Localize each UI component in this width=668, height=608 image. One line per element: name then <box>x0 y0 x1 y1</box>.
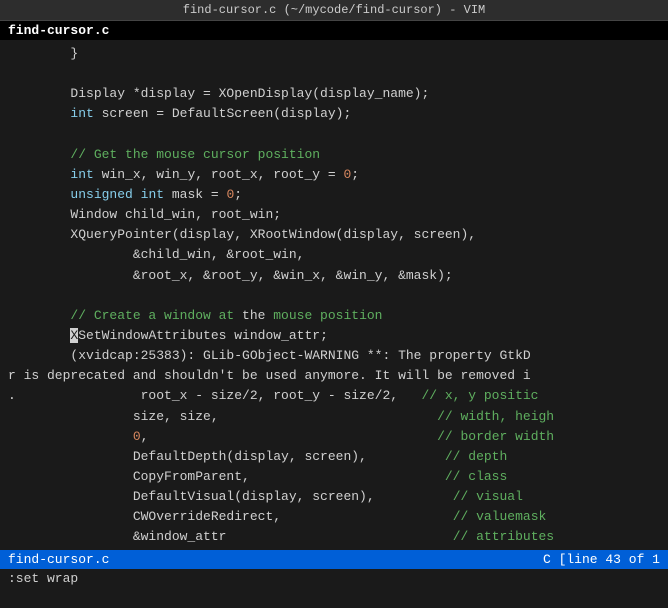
title-text: find-cursor.c (~/mycode/find-cursor) - V… <box>183 3 485 17</box>
code-line: r is deprecated and shouldn't be used an… <box>0 366 668 386</box>
code-line <box>0 125 668 145</box>
code-line: int win_x, win_y, root_x, root_y = 0; <box>0 165 668 185</box>
code-line: &window_attr // attributes <box>0 527 668 547</box>
code-line: (xvidcap:25383): GLib-GObject-WARNING **… <box>0 346 668 366</box>
code-line: size, size, // width, heigh <box>0 407 668 427</box>
code-line: Window child_win, root_win; <box>0 205 668 225</box>
code-line: DefaultVisual(display, screen), // visua… <box>0 487 668 507</box>
filename-bar: find-cursor.c <box>0 21 668 40</box>
code-line: Display *display = XOpenDisplay(display_… <box>0 84 668 104</box>
code-line: &root_x, &root_y, &win_x, &win_y, &mask)… <box>0 266 668 286</box>
code-line: XQueryPointer(display, XRootWindow(displ… <box>0 225 668 245</box>
code-line: &child_win, &root_win, <box>0 245 668 265</box>
code-line: unsigned int mask = 0; <box>0 185 668 205</box>
code-line: CWOverrideRedirect, // valuemask <box>0 507 668 527</box>
code-line: int screen = DefaultScreen(display); <box>0 104 668 124</box>
cmd-bar[interactable]: :set wrap <box>0 569 668 588</box>
code-line: DefaultDepth(display, screen), // depth <box>0 447 668 467</box>
code-line: } <box>0 44 668 64</box>
title-bar: find-cursor.c (~/mycode/find-cursor) - V… <box>0 0 668 21</box>
code-line <box>0 286 668 306</box>
code-line: // Get the mouse cursor position <box>0 145 668 165</box>
code-line: // Create a window at the mouse position <box>0 306 668 326</box>
filename-label: find-cursor.c <box>8 23 109 38</box>
cmd-text: :set wrap <box>8 571 78 586</box>
status-bar: find-cursor.c C [line 43 of 1 <box>0 550 668 569</box>
status-position: C [line 43 of 1 <box>543 552 660 567</box>
status-filename: find-cursor.c <box>8 552 109 567</box>
code-line: XSetWindowAttributes window_attr; <box>0 326 668 346</box>
code-line: 0, // border width <box>0 427 668 447</box>
code-line <box>0 64 668 84</box>
code-line: CopyFromParent, // class <box>0 467 668 487</box>
code-area[interactable]: } Display *display = XOpenDisplay(displa… <box>0 40 668 550</box>
code-line: . root_x - size/2, root_y - size/2, // x… <box>0 386 668 406</box>
